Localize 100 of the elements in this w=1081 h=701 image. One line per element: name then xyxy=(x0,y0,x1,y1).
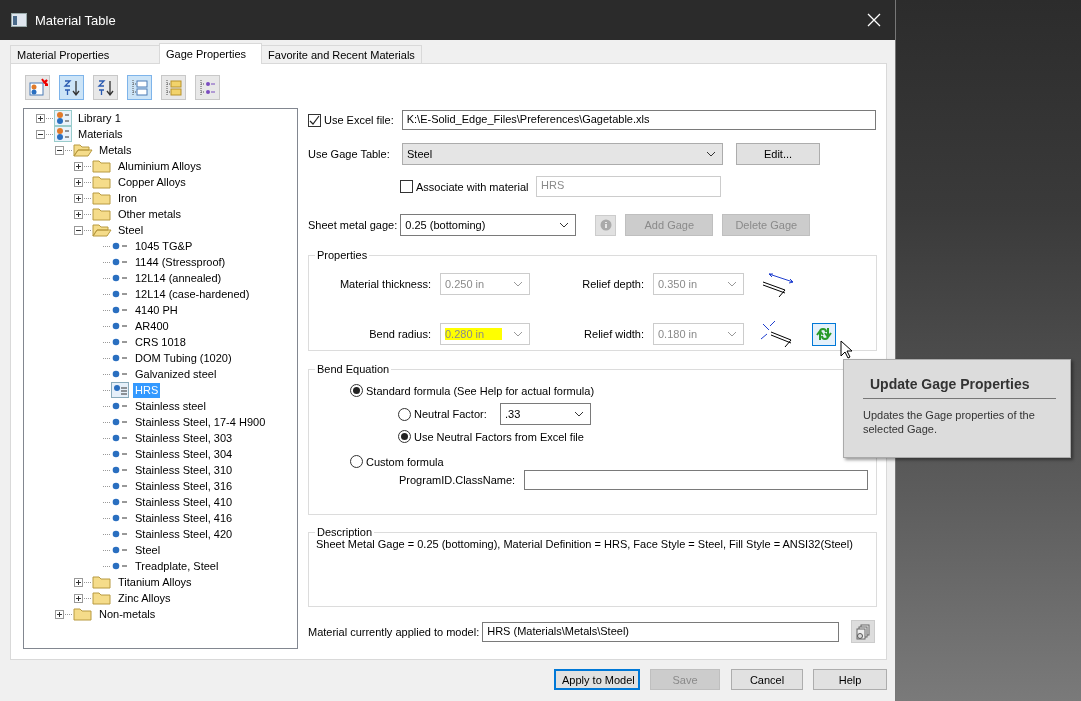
caret-icon xyxy=(513,281,523,287)
tree-item[interactable]: 12L14 (case-hardened) xyxy=(133,286,252,302)
expander-icon[interactable] xyxy=(74,193,83,203)
new-material-icon[interactable] xyxy=(25,75,50,100)
tree-item[interactable]: Steel xyxy=(133,542,163,558)
tree-item[interactable]: 1144 (Stressproof) xyxy=(133,254,228,270)
expander-icon[interactable] xyxy=(55,145,64,155)
material-icon xyxy=(111,433,129,443)
caret-icon xyxy=(513,331,523,337)
tree-item[interactable]: Stainless Steel, 17-4 H900 xyxy=(133,414,268,430)
material-icon xyxy=(111,382,129,398)
tree-item[interactable]: Library 1 xyxy=(76,110,123,126)
tree-item[interactable]: Metals xyxy=(97,142,134,158)
group-title: Description xyxy=(316,526,374,538)
material-icon xyxy=(111,481,129,491)
applied-material-field[interactable]: HRS (Materials\Metals\Steel) xyxy=(482,621,840,642)
expander-icon[interactable] xyxy=(74,593,83,603)
checkbox-label: Associate with material xyxy=(416,180,529,193)
radio-label: Custom formula xyxy=(366,455,444,468)
gage-table-dropdown[interactable]: Steel xyxy=(402,143,723,165)
tree-item[interactable]: Stainless steel xyxy=(133,398,208,414)
material-icon xyxy=(111,513,129,523)
tooltip-text: Updates the Gage properties of the selected Gage. xyxy=(863,408,1036,436)
tree-item[interactable]: Stainless Steel, 410 xyxy=(133,494,235,510)
folder-icon xyxy=(73,607,93,621)
expander-icon[interactable] xyxy=(74,225,83,235)
tab[interactable]: Material Properties xyxy=(10,45,160,63)
close-icon[interactable] xyxy=(867,13,881,27)
sort-descending-icon[interactable] xyxy=(93,75,118,100)
dialog-button[interactable]: Help xyxy=(813,669,887,690)
field-label: Relief depth: xyxy=(581,278,644,290)
tree-item[interactable]: 1045 TG&P xyxy=(133,238,195,254)
material-icon xyxy=(111,321,129,331)
library-icon xyxy=(54,126,72,142)
tree-item[interactable]: Stainless Steel, 303 xyxy=(133,430,235,446)
tree-item[interactable]: Stainless Steel, 416 xyxy=(133,510,235,526)
radio-button[interactable] xyxy=(398,407,411,421)
tree-item[interactable]: Galvanized steel xyxy=(133,366,219,382)
dialog-button[interactable]: Apply to Model xyxy=(554,669,640,690)
gage-dropdown[interactable]: 0.25 (bottoming) xyxy=(400,214,577,236)
tree-view-icon[interactable] xyxy=(127,75,152,100)
tree-item[interactable]: Iron xyxy=(116,190,139,206)
tree-item[interactable]: Treadplate, Steel xyxy=(133,558,221,574)
expander-icon[interactable] xyxy=(36,129,45,139)
material-icon xyxy=(111,401,129,411)
tree-item[interactable]: Stainless Steel, 304 xyxy=(133,446,235,462)
class-name-field[interactable] xyxy=(524,470,869,490)
radio-button[interactable] xyxy=(350,455,363,468)
expander-icon[interactable] xyxy=(74,161,83,171)
expander-icon[interactable] xyxy=(74,577,83,587)
caret-icon xyxy=(574,411,584,417)
edit-button[interactable]: Edit... xyxy=(736,143,820,165)
list-view-icon[interactable] xyxy=(195,75,220,100)
file-path-field[interactable]: K:\E-Solid_Edge_Files\Preferences\Gagetable.xls xyxy=(401,110,876,130)
caret-icon xyxy=(559,222,570,228)
material-icon xyxy=(111,305,129,315)
tree-item[interactable]: Non-metals xyxy=(97,606,158,622)
expander-icon[interactable] xyxy=(74,209,83,219)
update-button[interactable] xyxy=(812,322,836,346)
sort-ascending-icon[interactable] xyxy=(59,75,84,100)
tree-item[interactable]: Stainless Steel, 316 xyxy=(133,478,235,494)
field-label: Sheet metal gage: xyxy=(308,219,398,231)
field-label: Relief width: xyxy=(583,328,644,340)
tree-item[interactable]: Steel xyxy=(116,222,146,238)
folder-icon xyxy=(92,207,112,221)
folder-icon xyxy=(92,159,112,173)
tree-item[interactable]: Zinc Alloys xyxy=(116,590,173,606)
tree-item[interactable]: Stainless Steel, 420 xyxy=(133,526,235,542)
radio-button[interactable] xyxy=(398,430,411,443)
tooltip-title: Update Gage Properties xyxy=(863,374,1056,399)
expander-icon[interactable] xyxy=(55,609,64,619)
dialog-button[interactable]: Cancel xyxy=(731,669,803,690)
tree-item[interactable]: 12L14 (annealed) xyxy=(133,270,224,286)
tree-item[interactable]: Copper Alloys xyxy=(116,174,188,190)
radio-label: Use Neutral Factors from Excel file xyxy=(414,430,584,443)
tree-item[interactable]: DOM Tubing (1020) xyxy=(133,350,234,366)
material-icon xyxy=(111,241,129,251)
field-label: ProgramID.ClassName: xyxy=(399,474,516,486)
checkbox[interactable] xyxy=(308,113,321,127)
expander-icon[interactable] xyxy=(36,113,45,123)
radio-button[interactable] xyxy=(350,384,363,397)
copy-button[interactable] xyxy=(851,620,876,643)
tab[interactable]: Favorite and Recent Materials xyxy=(261,45,422,63)
material-icon xyxy=(111,337,129,347)
tree-item[interactable]: Aluminium Alloys xyxy=(116,158,204,174)
tree-item[interactable]: Other metals xyxy=(116,206,183,222)
expander-icon[interactable] xyxy=(74,177,83,187)
tree-item[interactable]: Materials xyxy=(76,126,125,142)
tab[interactable]: Gage Properties xyxy=(159,43,263,64)
group-title: Properties xyxy=(316,249,369,261)
neutral-factor-dropdown[interactable]: .33 xyxy=(500,403,591,425)
field-label: Material currently applied to model: xyxy=(308,625,480,638)
tree-item[interactable]: Stainless Steel, 310 xyxy=(133,462,235,478)
tree-item[interactable]: AR400 xyxy=(133,318,171,334)
tree-item[interactable]: Titanium Alloys xyxy=(116,574,194,590)
tree-item[interactable]: CRS 1018 xyxy=(133,334,188,350)
material-icon xyxy=(111,529,129,539)
radio-label: Neutral Factor: xyxy=(414,408,488,420)
tree-item[interactable]: 4140 PH xyxy=(133,302,180,318)
caret-icon xyxy=(727,331,737,337)
